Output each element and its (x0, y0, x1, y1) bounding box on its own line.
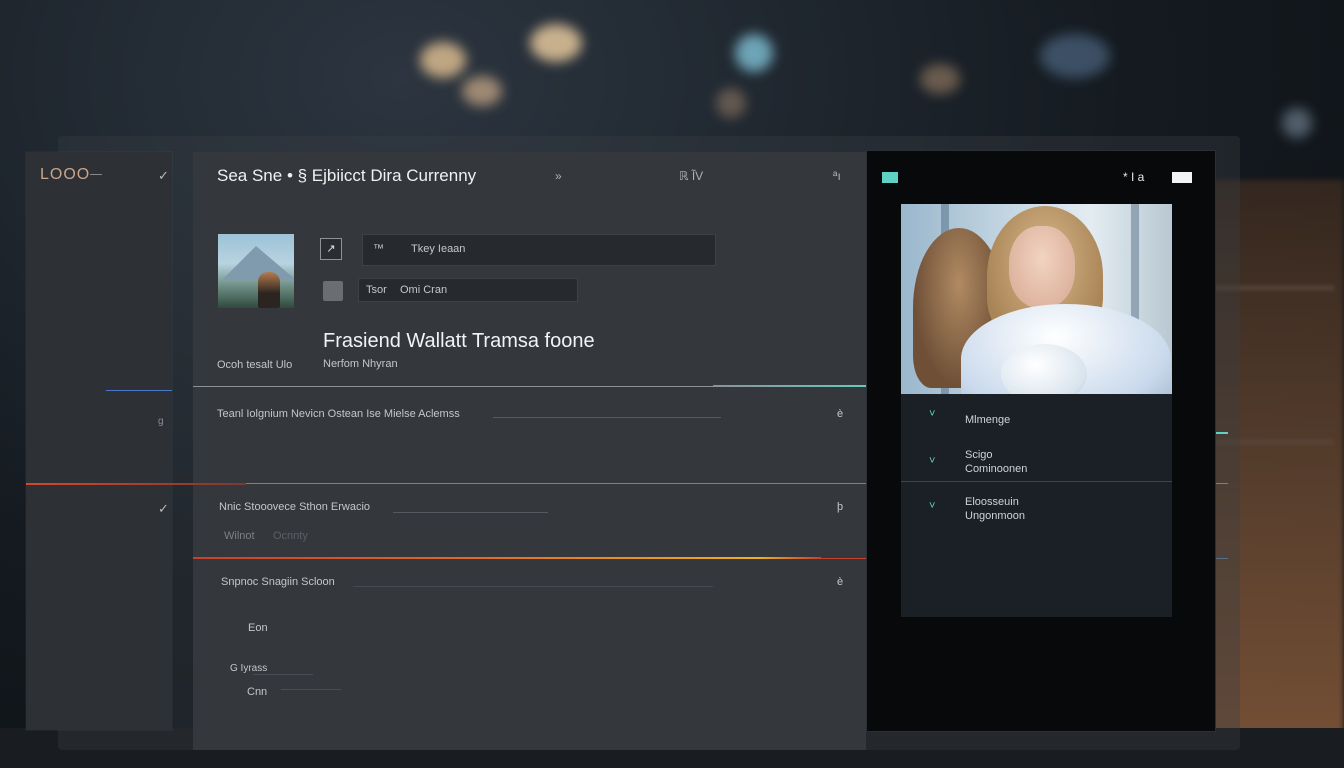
header-icon[interactable]: ªı (833, 169, 841, 183)
status-badge (882, 172, 898, 183)
sidebar: LOOO ✓ g ✓ (26, 152, 172, 730)
bokeh-light (462, 76, 502, 106)
header-icon[interactable]: » (555, 169, 562, 183)
bokeh-light (735, 34, 773, 72)
row-icon[interactable]: è (837, 408, 843, 420)
toggle-button[interactable] (1172, 172, 1192, 183)
header-icon[interactable]: ℝ ĨV (679, 169, 703, 183)
bokeh-light (716, 88, 746, 118)
item-underline (253, 674, 313, 675)
row-icon[interactable]: è (837, 576, 843, 588)
bokeh-light (420, 42, 466, 78)
red-accent-line (26, 483, 246, 485)
preview-panel: * I a ˅ Mlmenge ˅ Scigo Cominoonen ˅ Elo… (866, 150, 1216, 732)
list-item[interactable]: Cnn (247, 686, 267, 698)
edit-button[interactable]: ↗ (320, 238, 342, 260)
preview-header-text: * I a (1123, 170, 1145, 184)
list-item[interactable]: G Iyrass (230, 663, 267, 674)
list-item-sub: Ungonmoon (965, 510, 1025, 522)
gradient-progress-line (193, 557, 821, 559)
page-title: Sea Sne • § Ejbiicct Dira Currenny (217, 166, 477, 185)
chevron-down-icon[interactable]: ✓ (158, 501, 169, 517)
row-underline (393, 512, 548, 513)
section-row-label[interactable]: Nnic Stooovece Sthon Erwacio (219, 501, 370, 513)
text-field-primary[interactable]: ™ Tkey Ieaan (362, 234, 716, 266)
divider (193, 386, 713, 387)
row-icon[interactable]: þ (837, 501, 843, 513)
profile-thumbnail[interactable] (218, 234, 294, 308)
text-field-secondary[interactable]: Tsor Omi Cran (358, 278, 578, 302)
sidebar-active-indicator (106, 390, 172, 391)
row-sub-value: Ocnnty (273, 530, 308, 542)
list-item[interactable]: Mlmenge (965, 414, 1010, 427)
sidebar-mini-icon: g (158, 416, 164, 427)
teal-progress-line (713, 385, 887, 387)
list-item[interactable]: Eon (248, 622, 268, 634)
list-item[interactable]: Scigo (965, 449, 993, 462)
row-underline (353, 586, 713, 587)
subheading-right: Nerfom Nhyran (323, 358, 398, 370)
checkbox[interactable] (323, 281, 343, 301)
bokeh-light (530, 24, 582, 62)
logo: LOOO (40, 166, 91, 183)
list-item[interactable]: Eloosseuin (965, 496, 1019, 509)
chevron-down-icon[interactable]: ˅ (929, 455, 935, 467)
bokeh-light (1040, 34, 1110, 78)
main-panel: Sea Sne • § Ejbiicct Dira Currenny » ℝ Ĩ… (193, 152, 887, 750)
section-row-label[interactable]: Teanl Iolgnium Nevicn Ostean Ise Mielse … (217, 408, 460, 420)
row-sub-label: Wilnot (224, 530, 255, 542)
field-value: Tkey Ieaan (411, 243, 466, 255)
row-underline (493, 417, 721, 418)
chevron-down-icon[interactable]: ˅ (929, 500, 935, 512)
section-row-label[interactable]: Snpnoc Snagiin Scloon (221, 576, 335, 588)
logo-menu-icon[interactable] (90, 174, 102, 175)
bokeh-light (1282, 108, 1312, 138)
field-icon: ™ (373, 243, 384, 255)
section-heading: Frasiend Wallatt Tramsa foone (323, 330, 595, 352)
chevron-down-icon[interactable]: ✓ (158, 168, 169, 184)
field-value: Omi Cran (400, 284, 448, 296)
preview-image[interactable] (901, 204, 1172, 394)
subheading-left: Ocoh tesalt Ulo (217, 359, 293, 371)
item-underline (281, 689, 341, 690)
list-item-sub: Cominoonen (965, 463, 1028, 475)
field-label: Tsor (366, 284, 387, 296)
preview-list: ˅ Mlmenge ˅ Scigo Cominoonen ˅ Eloosseui… (901, 394, 1172, 617)
chevron-down-icon[interactable]: ˅ (929, 408, 935, 420)
bokeh-light (920, 64, 960, 94)
